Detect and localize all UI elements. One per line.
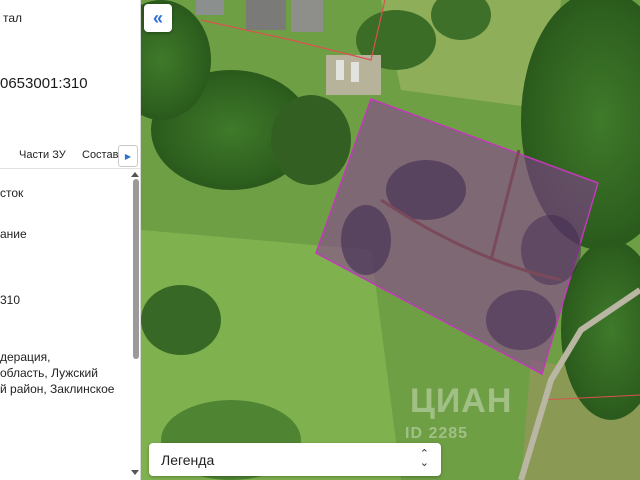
chevron-right-icon: ▶ bbox=[124, 151, 132, 161]
cadastral-number: 0653001:310 bbox=[0, 75, 88, 92]
map-imagery bbox=[141, 0, 640, 480]
up-down-chevron-icon: ⌃ ⌄ bbox=[419, 448, 429, 469]
double-chevron-left-icon: « bbox=[152, 8, 163, 28]
collapse-panel-button[interactable]: « bbox=[144, 4, 172, 32]
field-number: 310 bbox=[0, 293, 21, 307]
address-line: область, Лужский bbox=[0, 366, 98, 380]
field-usage: ание bbox=[0, 227, 27, 241]
legend-dropdown[interactable]: Легенда ⌃ ⌄ bbox=[149, 443, 441, 476]
field-category: сток bbox=[0, 186, 24, 200]
legend-label: Легенда bbox=[161, 452, 215, 468]
panel-title: тал bbox=[3, 11, 23, 25]
address-line: й район, Заклинское bbox=[0, 382, 115, 396]
field-address: дерация, область, Лужский й район, Закли… bbox=[0, 349, 114, 397]
tab-bar: Части ЗУ Состав ▶ bbox=[0, 143, 140, 169]
tabs-scroll-right-button[interactable]: ▶ bbox=[118, 145, 138, 167]
tab-sostav[interactable]: Состав bbox=[82, 149, 118, 161]
tab-parts[interactable]: Части ЗУ bbox=[19, 149, 66, 161]
scroll-down-arrow-icon[interactable] bbox=[131, 470, 139, 475]
tabs-divider bbox=[0, 168, 140, 169]
info-panel: тал 0653001:310 Части ЗУ Состав ▶ сток а… bbox=[0, 0, 141, 480]
address-line: дерация, bbox=[0, 350, 51, 364]
watermark-logo: ЦИАН bbox=[410, 382, 513, 420]
satellite-map[interactable] bbox=[141, 0, 640, 480]
watermark-id: ID 2285 bbox=[405, 425, 469, 442]
panel-scrollbar[interactable] bbox=[133, 179, 139, 359]
scroll-up-arrow-icon[interactable] bbox=[131, 172, 139, 177]
